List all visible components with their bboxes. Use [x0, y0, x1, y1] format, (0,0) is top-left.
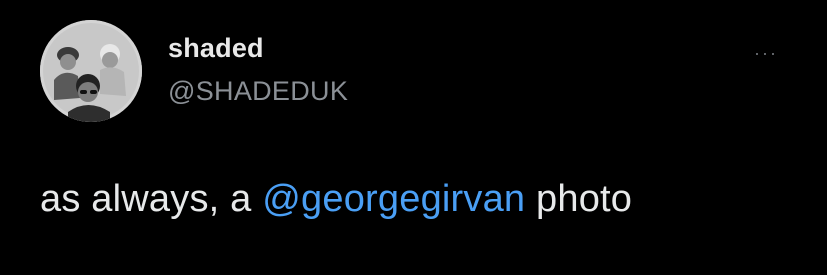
tweet: shaded @SHADEDUK ··· as always, a @georg…: [0, 0, 827, 275]
tweet-text: as always, a @georgegirvan photo: [40, 178, 632, 221]
more-options-button[interactable]: ···: [750, 38, 790, 62]
more-options-icon: ···: [754, 43, 778, 63]
mention-link[interactable]: @georgegirvan: [262, 178, 525, 220]
author-handle[interactable]: @SHADEDUK: [168, 76, 348, 107]
author-display-name[interactable]: shaded: [168, 33, 264, 64]
tweet-text-before: as always, a: [40, 178, 263, 220]
profile-avatar[interactable]: [40, 20, 142, 122]
avatar-photo-icon: [40, 20, 142, 122]
tweet-text-after: photo: [525, 178, 633, 220]
